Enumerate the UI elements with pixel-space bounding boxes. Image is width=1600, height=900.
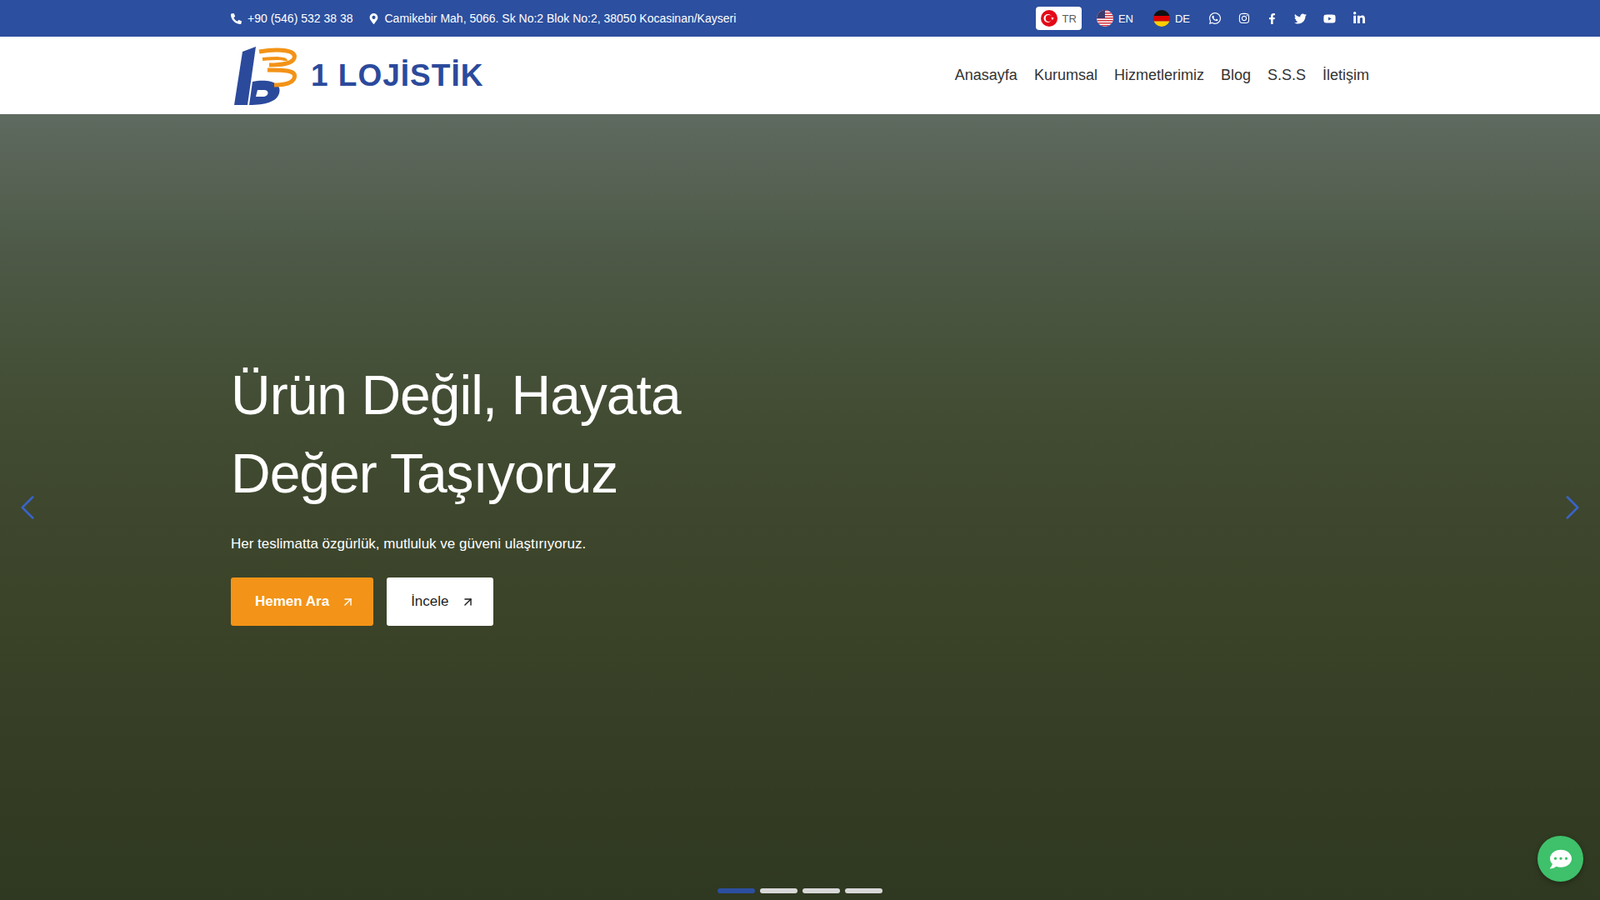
- hero-subtitle: Her teslimatta özgürlük, mutluluk ve güv…: [230, 535, 586, 553]
- linkedin-link[interactable]: [1349, 11, 1370, 25]
- hero-buttons: Hemen Araİncele: [230, 577, 494, 626]
- slider-dot[interactable]: [760, 888, 798, 894]
- hero-title-line: Ürün Değil, Hayata: [230, 355, 681, 435]
- nav-container: 1 LOJİSTİK Anasayfa Kurumsal Hizmetlerimiz B…: [230, 45, 1370, 107]
- arrow-up-right-icon: [460, 595, 475, 610]
- instagram-icon: [1238, 12, 1250, 25]
- youtube-link[interactable]: [1320, 12, 1340, 25]
- chevron-left-icon: [6, 486, 49, 529]
- chevron-right-icon: [1551, 486, 1594, 529]
- location-pin-icon: [368, 13, 380, 25]
- top-bar-container: +90 (546) 532 38 38 Camikebir Mah, 5066. …: [230, 6, 1370, 30]
- youtube-icon: [1323, 12, 1336, 25]
- hero-button[interactable]: Hemen Ara: [230, 577, 374, 626]
- slider-dot[interactable]: [845, 888, 883, 894]
- menu-item[interactable]: S.S.S: [1267, 61, 1306, 90]
- language-option[interactable]: TR: [1035, 6, 1082, 30]
- turkey-flag-icon: [1040, 10, 1058, 27]
- page: +90 (546) 532 38 38 Camikebir Mah, 5066. …: [0, 0, 1600, 900]
- hero-slider: Ürün Değil, HayataDeğer Taşıyoruz Her tes…: [0, 114, 1600, 900]
- menu-item[interactable]: Kurumsal: [1034, 61, 1098, 90]
- address-text: Camikebir Mah, 5066. Sk No:2 Blok No:2, …: [385, 11, 737, 25]
- usa-flag-icon: [1096, 10, 1114, 27]
- hero-button[interactable]: İncele: [386, 577, 493, 626]
- hero-content: Ürün Değil, HayataDeğer Taşıyoruz Her tes…: [230, 114, 1370, 626]
- facebook-icon: [1266, 13, 1278, 25]
- phone[interactable]: +90 (546) 532 38 38: [230, 11, 354, 25]
- slider-pagination: [717, 888, 883, 894]
- germany-flag-icon: [1153, 10, 1170, 27]
- chat-icon: [1550, 848, 1572, 870]
- previous-slide-button[interactable]: [6, 486, 49, 529]
- logo-mark-icon: [230, 45, 301, 107]
- menu-item[interactable]: Blog: [1220, 61, 1251, 90]
- facebook-link[interactable]: [1263, 13, 1281, 25]
- slider-dot[interactable]: [802, 888, 840, 894]
- main-menu: Anasayfa Kurumsal Hizmetlerimiz Blog S.S.S İl…: [955, 61, 1370, 90]
- linkedin-icon: [1352, 11, 1366, 25]
- whatsapp-icon: [1208, 11, 1222, 25]
- next-slide-button[interactable]: [1551, 486, 1594, 529]
- logo[interactable]: 1 LOJİSTİK: [230, 45, 484, 107]
- language-option[interactable]: EN: [1091, 6, 1139, 30]
- nav-bar: 1 LOJİSTİK Anasayfa Kurumsal Hizmetlerimiz B…: [0, 36, 1600, 115]
- language-option[interactable]: DE: [1148, 6, 1195, 30]
- hero-title: Ürün Değil, HayataDeğer Taşıyoruz: [230, 355, 681, 513]
- phone-icon: [230, 13, 242, 25]
- menu-item[interactable]: Anasayfa: [955, 61, 1018, 90]
- whatsapp-link[interactable]: [1205, 11, 1225, 25]
- twitter-link[interactable]: [1290, 12, 1310, 25]
- arrow-up-right-icon: [340, 595, 355, 610]
- top-bar-right: TR EN DE: [1035, 6, 1370, 30]
- phone-text[interactable]: +90 (546) 532 38 38: [247, 11, 354, 25]
- chat-button[interactable]: [1537, 835, 1584, 882]
- slider-dot[interactable]: [717, 888, 755, 894]
- menu-item[interactable]: İletişim: [1322, 61, 1370, 90]
- top-bar: +90 (546) 532 38 38 Camikebir Mah, 5066. …: [0, 0, 1600, 37]
- contact-info: +90 (546) 532 38 38 Camikebir Mah, 5066. …: [230, 11, 736, 25]
- logo-text: 1 LOJİSTİK: [310, 58, 484, 94]
- hero-title-line: Değer Taşıyoruz: [230, 434, 681, 513]
- instagram-link[interactable]: [1235, 12, 1254, 25]
- twitter-icon: [1294, 12, 1307, 25]
- address: Camikebir Mah, 5066. Sk No:2 Blok No:2, …: [368, 11, 737, 25]
- menu-item[interactable]: Hizmetlerimiz: [1114, 61, 1205, 90]
